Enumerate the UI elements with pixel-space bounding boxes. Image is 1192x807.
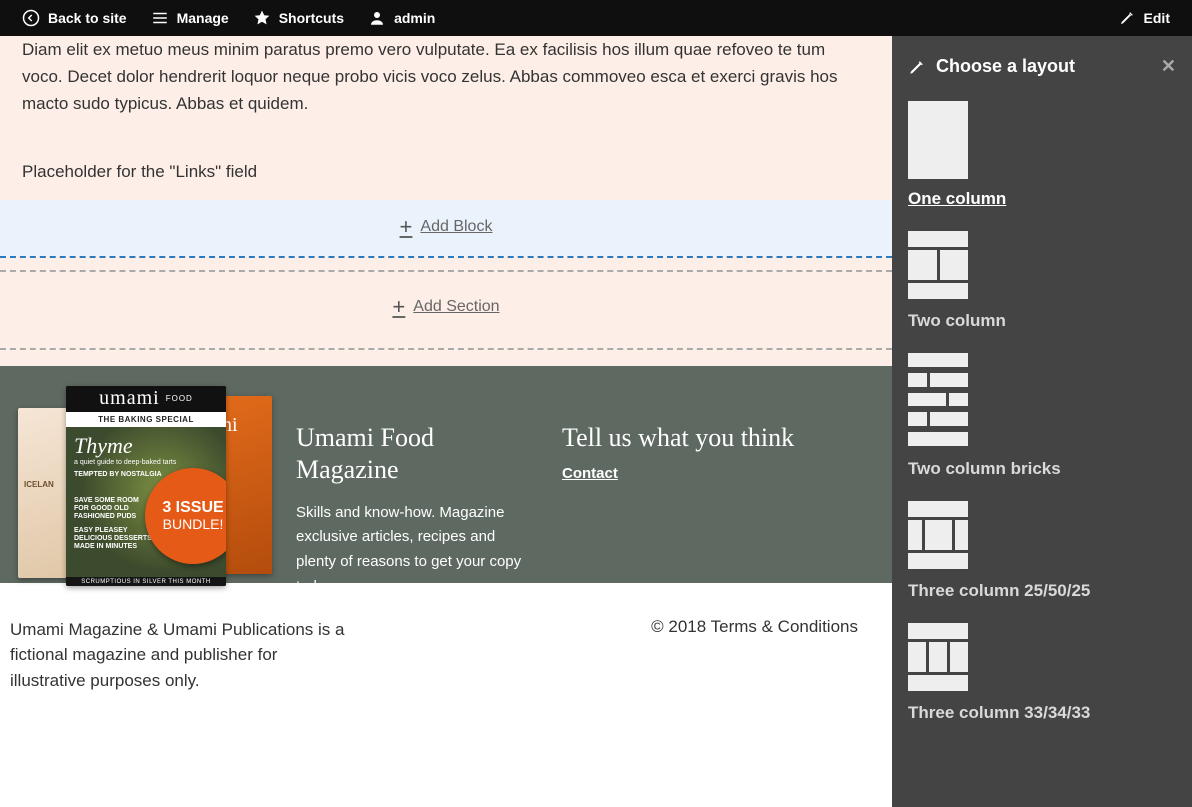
add-section-link[interactable]: + Add Section [392, 294, 499, 320]
layout-label: One column [908, 189, 1006, 209]
manage-button[interactable]: Manage [139, 0, 241, 36]
layout-label: Three column 25/50/25 [908, 581, 1090, 601]
magazine-title: Umami Food Magazine [296, 422, 536, 487]
plus-icon: + [400, 214, 413, 240]
layout-label: Three column 33/34/33 [908, 703, 1090, 723]
user-icon [368, 9, 386, 27]
add-section-region: + Add Section [0, 272, 892, 348]
hamburger-icon [151, 9, 169, 27]
magazine-promo-text: Umami Food Magazine Skills and know-how.… [296, 386, 536, 583]
layout-option-two-column[interactable]: Two column [908, 231, 1176, 331]
layout-picker-panel: Choose a layout ✕ One column Two column [892, 36, 1192, 807]
two-column-bricks-thumb-icon [908, 353, 968, 449]
pencil-icon [908, 58, 926, 76]
body-text: Diam elit ex metuo meus minim paratus pr… [0, 36, 892, 134]
magazine-cover-image: ICELAN ni umamiFOOD THE BAKING SPECIAL T… [18, 386, 270, 583]
links-field-placeholder: Placeholder for the "Links" field [0, 134, 892, 200]
layout-label: Two column bricks [908, 459, 1061, 479]
pencil-icon [1118, 9, 1136, 27]
footer-promo: ICELAN ni umamiFOOD THE BAKING SPECIAL T… [0, 366, 892, 583]
terms-link[interactable]: © 2018 Terms & Conditions [651, 617, 858, 694]
layout-option-two-column-bricks[interactable]: Two column bricks [908, 353, 1176, 479]
contact-block: Tell us what you think Contact [562, 386, 794, 583]
add-block-label: Add Block [420, 218, 492, 236]
contact-link[interactable]: Contact [562, 465, 618, 482]
edit-button[interactable]: Edit [1106, 0, 1182, 36]
back-to-site-button[interactable]: Back to site [10, 0, 139, 36]
shortcuts-button[interactable]: Shortcuts [241, 0, 356, 36]
back-arrow-icon [22, 9, 40, 27]
shortcuts-label: Shortcuts [279, 10, 344, 26]
page-content: Diam elit ex metuo meus minim paratus pr… [0, 36, 892, 693]
back-to-site-label: Back to site [48, 10, 127, 26]
user-label: admin [394, 10, 435, 26]
manage-label: Manage [177, 10, 229, 26]
disclaimer-text: Umami Magazine & Umami Publications is a… [10, 617, 350, 694]
close-panel-button[interactable]: ✕ [1161, 56, 1176, 77]
add-block-region: + Add Block [0, 200, 892, 256]
user-menu-button[interactable]: admin [356, 0, 447, 36]
one-column-thumb-icon [908, 101, 968, 179]
add-block-link[interactable]: + Add Block [400, 214, 493, 240]
layout-option-one-column[interactable]: One column [908, 101, 1176, 209]
two-column-thumb-icon [908, 231, 968, 301]
star-icon [253, 9, 271, 27]
layout-option-three-column-255025[interactable]: Three column 25/50/25 [908, 501, 1176, 601]
layout-label: Two column [908, 311, 1006, 331]
layout-options-list: One column Two column Two column bricks [892, 93, 1192, 753]
three-column-255025-thumb-icon [908, 501, 968, 571]
panel-title: Choose a layout [936, 56, 1075, 77]
magazine-description: Skills and know-how. Magazine exclusive … [296, 501, 536, 600]
plus-icon: + [392, 294, 405, 320]
add-section-label: Add Section [413, 298, 499, 316]
edit-label: Edit [1144, 10, 1170, 26]
three-column-333433-thumb-icon [908, 623, 968, 693]
layout-option-three-column-333433[interactable]: Three column 33/34/33 [908, 623, 1176, 723]
admin-toolbar: Back to site Manage Shortcuts admin Edit [0, 0, 1192, 36]
panel-header: Choose a layout ✕ [892, 36, 1192, 93]
contact-title: Tell us what you think [562, 422, 794, 453]
